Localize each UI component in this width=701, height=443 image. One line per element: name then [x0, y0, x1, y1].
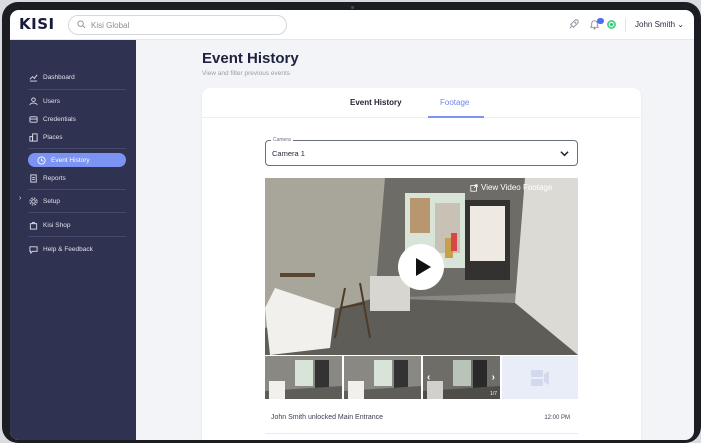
- chevron-right-icon[interactable]: ›: [19, 195, 21, 202]
- sidebar: Dashboard Users Credentials Places Event…: [10, 40, 136, 440]
- topbar-divider: [625, 18, 626, 32]
- card-icon: [28, 114, 38, 124]
- thumbnail-placeholder: [502, 356, 578, 399]
- sidebar-item-label: Credentials: [43, 115, 76, 123]
- thumbnail[interactable]: [265, 356, 342, 399]
- sidebar-item-reports[interactable]: Reports: [28, 171, 66, 185]
- sidebar-item-label: Kisi Shop: [43, 221, 71, 229]
- thumbnail-image: [423, 356, 500, 399]
- view-video-footage-link[interactable]: View Video Footage: [470, 183, 552, 192]
- event-description: John Smith unlocked Main Entrance: [271, 414, 384, 421]
- sidebar-item-event-history[interactable]: Event History: [28, 153, 126, 167]
- rocket-icon[interactable]: [567, 18, 580, 31]
- thumbnail-counter: 1/7: [490, 391, 497, 397]
- sidebar-item-label: Setup: [43, 197, 60, 205]
- thumbnail-image: [344, 356, 421, 399]
- top-bar: KISI John Smith ⌄: [10, 10, 694, 40]
- chart-line-icon: [28, 72, 38, 82]
- video-placeholder-icon: [531, 370, 549, 386]
- sidebar-item-label: Users: [43, 97, 60, 105]
- nav-divider: [28, 189, 126, 190]
- tab-event-history[interactable]: Event History: [350, 98, 402, 107]
- sidebar-item-label: Event History: [51, 156, 90, 164]
- external-link-icon: [470, 183, 478, 192]
- clock-icon: [36, 155, 46, 165]
- app-screen: KISI John Smith ⌄ Dashboard Users: [10, 10, 694, 440]
- search-box[interactable]: [68, 15, 287, 35]
- view-video-footage-label: View Video Footage: [481, 183, 553, 192]
- kisi-logo[interactable]: KISI: [19, 15, 55, 33]
- camera-select-value: Camera 1: [272, 149, 305, 158]
- event-card: Event History Footage Camera Camera 1 Vi…: [202, 88, 641, 440]
- sidebar-item-dashboard[interactable]: Dashboard: [28, 70, 75, 84]
- sidebar-item-users[interactable]: Users: [28, 94, 60, 108]
- tab-bar: Event History Footage: [202, 88, 641, 118]
- search-icon: [77, 20, 86, 29]
- event-time: 12:00 PM: [544, 415, 570, 421]
- building-icon: [28, 132, 38, 142]
- video-player[interactable]: View Video Footage: [265, 178, 578, 355]
- sidebar-item-setup[interactable]: Setup: [28, 194, 60, 208]
- thumbnail[interactable]: [344, 356, 421, 399]
- active-tab-indicator: [428, 116, 484, 118]
- nav-divider: [28, 148, 126, 149]
- play-button[interactable]: [398, 244, 444, 290]
- sidebar-item-label: Reports: [43, 174, 66, 182]
- notification-badge: [597, 18, 604, 24]
- sidebar-item-label: Dashboard: [43, 73, 75, 81]
- camera-dot: [351, 6, 354, 9]
- status-indicator: [607, 20, 616, 29]
- thumbnails-next-icon[interactable]: ›: [492, 372, 495, 383]
- camera-select[interactable]: Camera Camera 1: [265, 137, 578, 166]
- tab-footage[interactable]: Footage: [440, 98, 469, 107]
- sidebar-item-places[interactable]: Places: [28, 130, 63, 144]
- sidebar-item-kisi-shop[interactable]: Kisi Shop: [28, 218, 70, 232]
- nav-divider: [28, 89, 126, 90]
- sidebar-item-credentials[interactable]: Credentials: [28, 112, 76, 126]
- chevron-down-icon: [560, 151, 569, 157]
- user-menu[interactable]: John Smith ⌄: [635, 20, 684, 29]
- report-icon: [28, 173, 38, 183]
- bag-icon: [28, 220, 38, 230]
- user-icon: [28, 96, 38, 106]
- sidebar-item-help[interactable]: Help & Feedback: [28, 242, 93, 256]
- gear-icon: [28, 196, 38, 206]
- device-frame: KISI John Smith ⌄ Dashboard Users: [2, 2, 701, 443]
- camera-select-label: Camera: [271, 137, 293, 143]
- nav-divider: [28, 236, 126, 237]
- page-subtitle: View and filter previous events: [202, 70, 291, 77]
- nav-divider: [28, 212, 126, 213]
- thumbnail-strip: ‹ › 1/7: [265, 356, 578, 399]
- thumbnails-prev-icon[interactable]: ‹: [427, 372, 430, 383]
- sidebar-item-label: Places: [43, 133, 63, 141]
- sidebar-item-label: Help & Feedback: [43, 245, 93, 253]
- search-input[interactable]: [91, 18, 271, 32]
- page-title: Event History: [202, 50, 299, 67]
- chat-icon: [28, 244, 38, 254]
- thumbnail-image: [265, 356, 342, 399]
- event-row[interactable]: John Smith unlocked Main Entrance 12:00 …: [265, 404, 578, 434]
- thumbnail[interactable]: ‹ › 1/7: [423, 356, 500, 399]
